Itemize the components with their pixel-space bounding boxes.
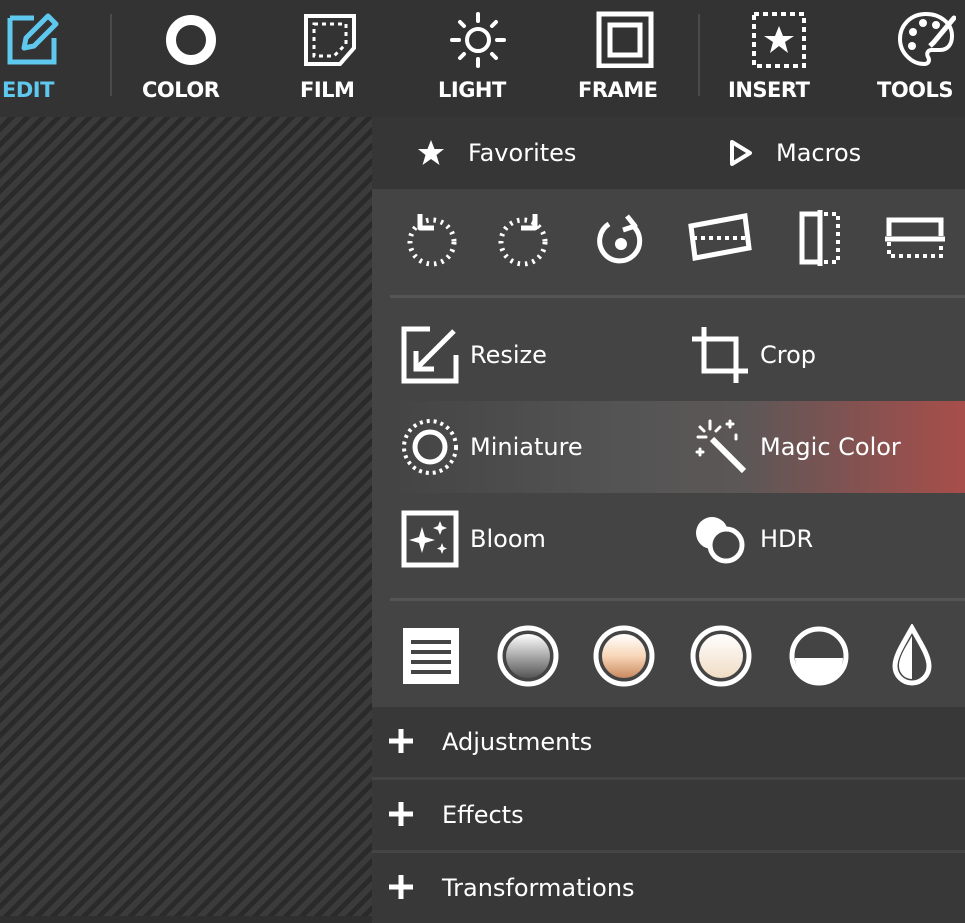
magic-color-tool[interactable]: Magic Color: [690, 401, 901, 493]
crop-icon: [690, 325, 750, 385]
frame-icon: [593, 6, 657, 70]
gradient-warm-icon[interactable]: [589, 621, 659, 691]
plus-icon: [386, 726, 416, 756]
section-transformations-label: Transformations: [442, 874, 635, 902]
section-adjustments[interactable]: Adjustments: [372, 707, 965, 777]
tab-favorites[interactable]: Favorites: [416, 117, 576, 189]
section-transformations[interactable]: Transformations: [372, 853, 965, 923]
flip-vertical-icon[interactable]: [880, 203, 950, 273]
tab-favorites-label: Favorites: [468, 139, 577, 167]
toolbar-separator: [110, 14, 112, 96]
plus-icon: [386, 872, 416, 902]
section-effects-label: Effects: [442, 801, 524, 829]
play-icon: [728, 138, 754, 168]
toolbar-light[interactable]: LIGHT: [438, 0, 512, 117]
crop-label: Crop: [760, 341, 817, 369]
toolbar-frame-label: FRAME: [578, 78, 658, 102]
toolbar-light-label: LIGHT: [438, 78, 506, 102]
tab-macros-label: Macros: [776, 139, 862, 167]
toolbar-film-label: FILM: [300, 78, 355, 102]
toolbar-insert[interactable]: INSERT: [728, 0, 816, 117]
bloom-tool[interactable]: Bloom: [400, 493, 546, 585]
insert-star-icon: [746, 6, 810, 70]
toolbar-edit[interactable]: EDIT: [0, 0, 64, 117]
plus-icon: [386, 799, 416, 829]
sun-icon: [446, 6, 510, 70]
resize-label: Resize: [470, 341, 547, 369]
bloom-label: Bloom: [470, 525, 546, 553]
preset-row: [372, 617, 965, 717]
bloom-icon: [400, 509, 460, 569]
flip-horizontal-icon[interactable]: [785, 203, 855, 273]
main-toolbar: EDIT COLOR FILM LIGHT FRAME INSERT TOOLS: [0, 0, 965, 117]
rotate-right-icon[interactable]: [490, 203, 560, 273]
toolbar-insert-label: INSERT: [728, 78, 810, 102]
rotate-left-icon[interactable]: [395, 203, 465, 273]
hdr-tool[interactable]: HDR: [690, 493, 813, 585]
resize-tool[interactable]: Resize: [400, 309, 547, 401]
toolbar-tools-label: TOOLS: [877, 78, 954, 102]
hdr-label: HDR: [760, 525, 814, 553]
star-icon: [416, 138, 446, 168]
resize-icon: [400, 325, 460, 385]
section-adjustments-label: Adjustments: [442, 728, 593, 756]
miniature-icon: [400, 417, 460, 477]
miniature-tool[interactable]: Miniature: [400, 401, 583, 493]
panel-divider: [390, 295, 965, 298]
toolbar-tools[interactable]: TOOLS: [877, 0, 963, 117]
tab-macros[interactable]: Macros: [728, 117, 861, 189]
rotate-auto-icon[interactable]: [586, 203, 656, 273]
toolbar-separator: [698, 14, 700, 96]
palette-icon: [894, 6, 958, 70]
toolbar-frame[interactable]: FRAME: [578, 0, 662, 117]
toolbar-film[interactable]: FILM: [298, 0, 362, 117]
magic-wand-icon: [690, 417, 750, 477]
gradient-light-icon[interactable]: [686, 621, 756, 691]
magic-color-label: Magic Color: [760, 433, 901, 461]
edit-icon: [0, 6, 64, 70]
panel-tabs: Favorites Macros: [372, 117, 965, 189]
toolbar-color-label: COLOR: [142, 78, 220, 102]
hdr-icon: [690, 509, 750, 569]
film-icon: [298, 6, 362, 70]
section-effects[interactable]: Effects: [372, 780, 965, 850]
toolbar-edit-label: EDIT: [2, 78, 54, 102]
gradient-gray-icon[interactable]: [493, 621, 563, 691]
straighten-icon[interactable]: [685, 203, 755, 273]
crop-tool[interactable]: Crop: [690, 309, 816, 401]
half-circle-icon[interactable]: [784, 621, 854, 691]
levels-icon[interactable]: [396, 621, 466, 691]
quick-actions-row: [372, 189, 965, 289]
panel-divider: [390, 598, 965, 601]
toolbar-color[interactable]: COLOR: [142, 0, 228, 117]
miniature-label: Miniature: [470, 433, 583, 461]
image-canvas[interactable]: [0, 117, 372, 916]
color-ring-icon: [159, 6, 223, 70]
edit-panel: Favorites Macros Resize Crop Miniature M…: [372, 117, 965, 923]
drop-icon[interactable]: [877, 621, 947, 691]
